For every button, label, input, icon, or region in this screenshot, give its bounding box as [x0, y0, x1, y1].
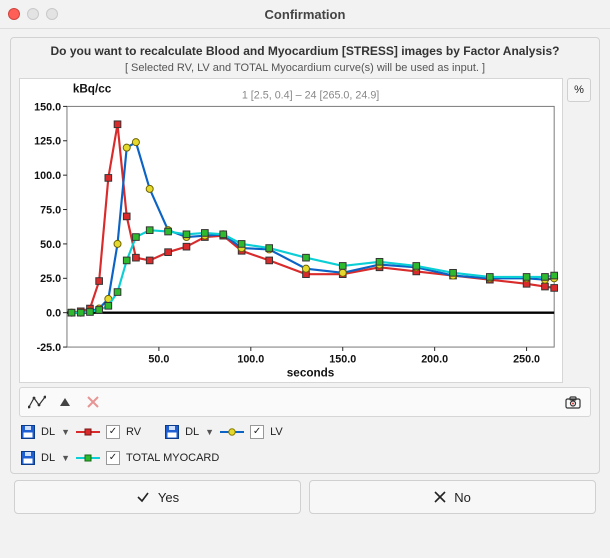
chevron-down-icon[interactable]: ▼: [61, 453, 70, 463]
chevron-down-icon[interactable]: ▼: [61, 427, 70, 437]
svg-text:25.0: 25.0: [40, 273, 61, 285]
svg-text:100.0: 100.0: [237, 354, 264, 366]
svg-text:200.0: 200.0: [421, 354, 448, 366]
svg-text:50.0: 50.0: [148, 354, 169, 366]
yes-button[interactable]: Yes: [14, 480, 301, 514]
series-label-total: TOTAL MYOCARD: [126, 452, 219, 464]
dl-label: DL: [41, 426, 55, 438]
confirmation-window: Confirmation Do you want to recalculate …: [0, 0, 610, 558]
chart-box: -25.0 0.0 25.0 50.0 75.0 100.0 125.0 150.0 50.0 1…: [19, 78, 563, 383]
svg-text:1 [2.5, 0.4] – 24 [265.0, 24.9: 1 [2.5, 0.4] – 24 [265.0, 24.9]: [242, 90, 379, 102]
series-checkbox-rv[interactable]: ✓: [106, 425, 120, 439]
series-marker-rv: [76, 425, 100, 439]
svg-text:-25.0: -25.0: [37, 342, 62, 354]
svg-text:50.0: 50.0: [40, 239, 61, 251]
svg-text:125.0: 125.0: [34, 136, 61, 148]
dl-label: DL: [185, 426, 199, 438]
subquestion-text: [ Selected RV, LV and TOTAL Myocardium c…: [19, 62, 591, 74]
question-text: Do you want to recalculate Blood and Myo…: [19, 44, 591, 58]
window-controls: [8, 8, 58, 20]
svg-text:150.0: 150.0: [329, 354, 356, 366]
close-icon[interactable]: [8, 8, 20, 20]
series-marker-lv: [220, 425, 244, 439]
series-checkbox-total[interactable]: ✓: [106, 451, 120, 465]
dl-label: DL: [41, 452, 55, 464]
camera-button[interactable]: [562, 392, 584, 412]
svg-text:250.0: 250.0: [513, 354, 540, 366]
check-icon: [136, 490, 150, 504]
svg-text:seconds: seconds: [287, 366, 335, 379]
curve-chart: -25.0 0.0 25.0 50.0 75.0 100.0 125.0 150.0 50.0 1…: [20, 79, 562, 382]
button-row: Yes No: [10, 480, 600, 518]
save-icon[interactable]: [21, 425, 35, 439]
series-marker-total: [76, 451, 100, 465]
zoom-icon: [46, 8, 58, 20]
triangle-up-button[interactable]: [54, 392, 76, 412]
save-icon[interactable]: [21, 451, 35, 465]
titlebar: Confirmation: [0, 0, 610, 29]
polyline-tool-button[interactable]: [26, 392, 48, 412]
cross-icon: [434, 491, 446, 503]
legend-item-lv: DL ▼ ✓ LV: [165, 425, 283, 439]
svg-text:75.0: 75.0: [40, 204, 61, 216]
yes-label: Yes: [158, 490, 179, 505]
series-label-rv: RV: [126, 426, 141, 438]
legend-row: DL ▼ ✓ RV DL ▼ ✓ LV: [19, 421, 591, 465]
delete-tool-button: [82, 392, 104, 412]
save-icon[interactable]: [165, 425, 179, 439]
window-title: Confirmation: [0, 7, 610, 22]
legend-item-rv: DL ▼ ✓ RV: [21, 425, 141, 439]
legend-item-total: DL ▼ ✓ TOTAL MYOCARD: [21, 451, 589, 465]
series-label-lv: LV: [270, 426, 283, 438]
chevron-down-icon[interactable]: ▼: [205, 427, 214, 437]
no-button[interactable]: No: [309, 480, 596, 514]
content-area: Do you want to recalculate Blood and Myo…: [0, 29, 610, 558]
svg-text:kBq/cc: kBq/cc: [73, 83, 112, 96]
svg-text:100.0: 100.0: [34, 170, 61, 182]
no-label: No: [454, 490, 471, 505]
svg-text:0.0: 0.0: [46, 308, 61, 320]
chart-row: -25.0 0.0 25.0 50.0 75.0 100.0 125.0 150.0 50.0 1…: [19, 78, 591, 383]
chart-toolbar: [19, 387, 591, 417]
percent-button[interactable]: %: [567, 78, 591, 102]
minimize-icon: [27, 8, 39, 20]
series-checkbox-lv[interactable]: ✓: [250, 425, 264, 439]
svg-text:150.0: 150.0: [34, 101, 61, 113]
main-panel: Do you want to recalculate Blood and Myo…: [10, 37, 600, 474]
